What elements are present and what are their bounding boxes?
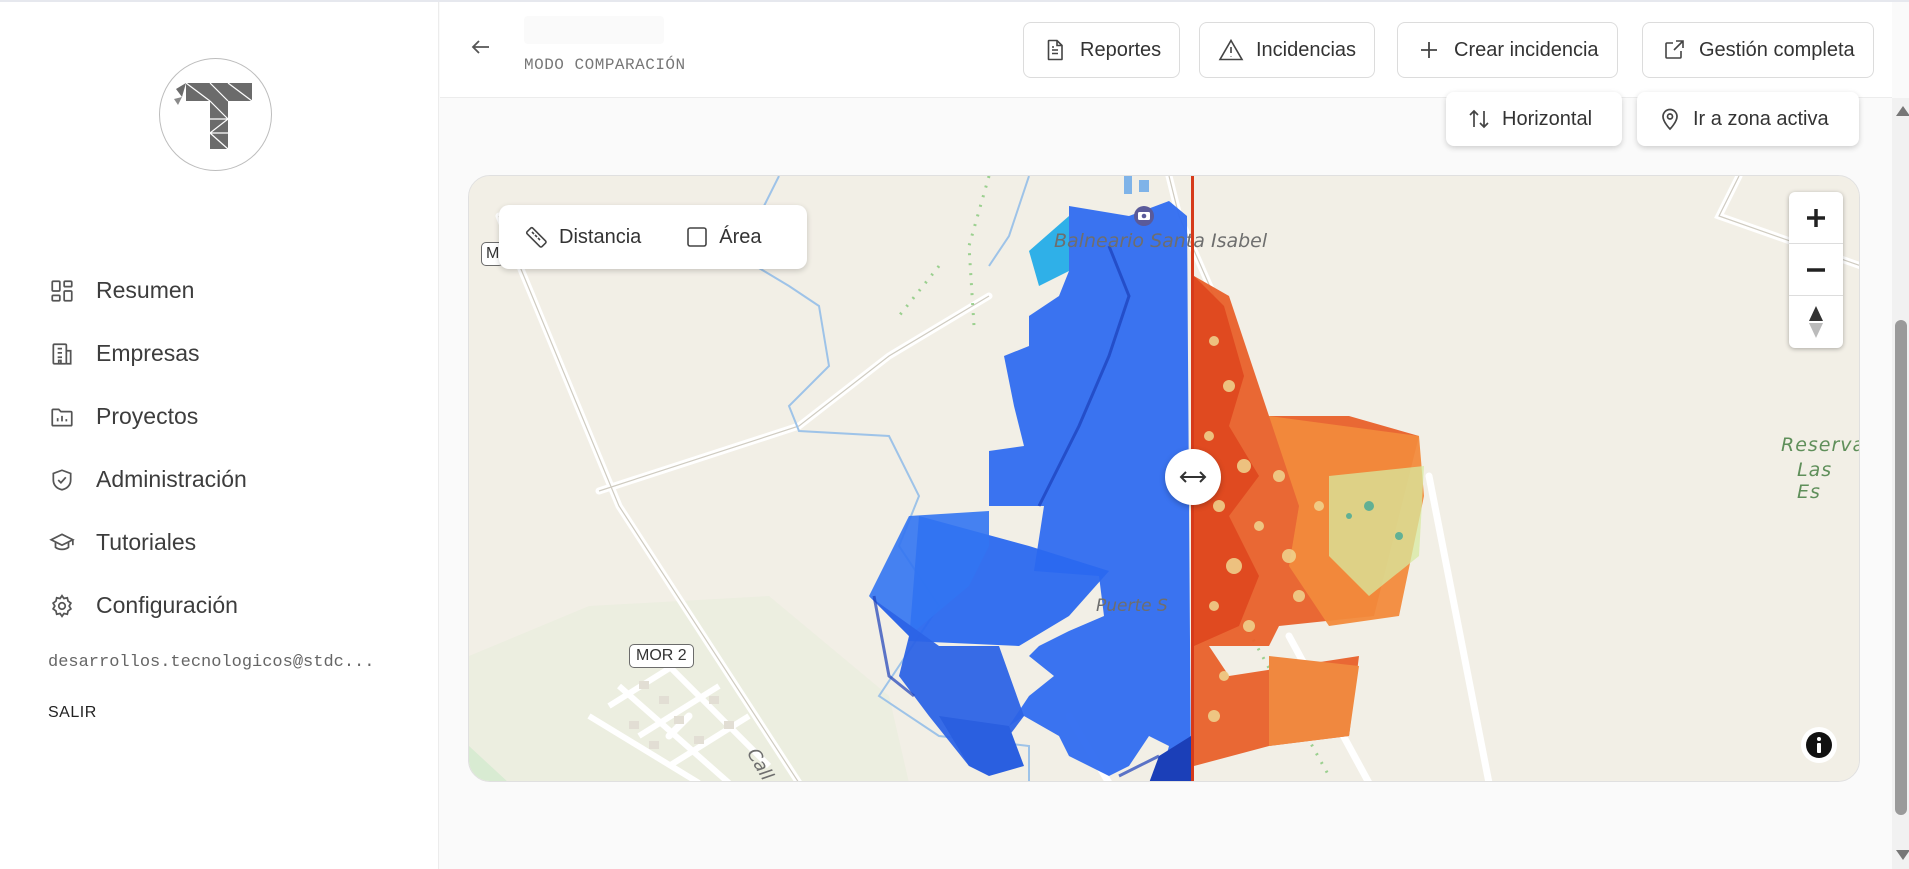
incidencias-button[interactable]: Incidencias bbox=[1199, 22, 1376, 78]
minus-icon bbox=[1807, 267, 1825, 272]
sidebar-item-configuracion[interactable]: Configuración bbox=[48, 574, 247, 637]
compass-reset-button[interactable] bbox=[1789, 296, 1843, 348]
sidebar-item-label: Tutoriales bbox=[96, 529, 197, 555]
user-email: desarrollos.tecnologicos@stdc... bbox=[48, 653, 375, 672]
sidebar-item-empresas[interactable]: Empresas bbox=[48, 322, 247, 385]
map-info-button[interactable] bbox=[1801, 727, 1837, 763]
mode-label: MODO COMPARACIÓN bbox=[524, 56, 686, 74]
arrows-up-down-icon bbox=[1466, 106, 1492, 132]
sidebar-nav: Resumen Empresas Proyectos Administració… bbox=[48, 259, 247, 637]
zoom-controls bbox=[1789, 192, 1843, 348]
sidebar-item-label: Proyectos bbox=[96, 403, 199, 429]
sidebar-item-resumen[interactable]: Resumen bbox=[48, 259, 247, 322]
external-link-icon bbox=[1661, 37, 1687, 63]
map-label-reserva: Reserva bbox=[1781, 434, 1860, 456]
info-icon bbox=[1806, 732, 1832, 758]
plus-icon bbox=[1416, 37, 1442, 63]
sidebar-item-label: Empresas bbox=[96, 340, 200, 366]
back-button[interactable] bbox=[466, 32, 496, 62]
gear-icon bbox=[48, 592, 76, 620]
crear-incidencia-button[interactable]: Crear incidencia bbox=[1397, 22, 1618, 78]
goto-active-zone-button[interactable]: Ir a zona activa bbox=[1637, 92, 1859, 146]
page-header: MODO COMPARACIÓN Reportes Incidencias Cr… bbox=[440, 2, 1892, 98]
checkbox-square-icon bbox=[687, 227, 708, 247]
plus-icon bbox=[1807, 208, 1825, 227]
building-icon bbox=[48, 340, 76, 368]
reportes-button[interactable]: Reportes bbox=[1023, 22, 1181, 78]
reportes-button-label: Reportes bbox=[1080, 38, 1162, 61]
map-label-balneario: Balneario Santa Isabel bbox=[1054, 230, 1268, 252]
comparison-map[interactable]: Balneario Santa Isabel Puerte S Reserva … bbox=[468, 175, 1860, 782]
logout-button[interactable]: SALIR bbox=[48, 704, 97, 722]
sidebar-item-administracion[interactable]: Administración bbox=[48, 448, 247, 511]
scroll-thumb[interactable] bbox=[1895, 320, 1907, 815]
crear-incidencia-button-label: Crear incidencia bbox=[1454, 38, 1599, 61]
sidebar-item-proyectos[interactable]: Proyectos bbox=[48, 385, 247, 448]
compass-icon bbox=[1809, 306, 1823, 338]
sidebar-item-label: Resumen bbox=[96, 277, 195, 303]
map-label-reserva-2: Las Es bbox=[1797, 459, 1833, 503]
area-tool-label: Área bbox=[719, 225, 762, 248]
ruler-icon bbox=[525, 226, 547, 248]
file-text-icon bbox=[1042, 37, 1068, 63]
scroll-up-arrow[interactable] bbox=[1896, 106, 1909, 116]
page-scrollbar[interactable] bbox=[1892, 98, 1909, 869]
area-tool[interactable]: Área bbox=[685, 225, 762, 249]
zoom-in-button[interactable] bbox=[1789, 192, 1843, 244]
incidencias-button-label: Incidencias bbox=[1256, 38, 1357, 61]
distance-tool[interactable]: Distancia bbox=[523, 224, 641, 250]
arrow-left-icon bbox=[471, 40, 489, 54]
app-logo[interactable] bbox=[159, 58, 272, 171]
sidebar-item-label: Administración bbox=[96, 466, 247, 492]
warning-triangle-icon bbox=[1218, 37, 1244, 63]
gestion-completa-button-label: Gestión completa bbox=[1699, 38, 1855, 61]
sidebar: Resumen Empresas Proyectos Administració… bbox=[0, 2, 439, 869]
graduation-cap-icon bbox=[48, 529, 76, 557]
comparison-slider-handle[interactable] bbox=[1165, 449, 1221, 505]
distance-tool-label: Distancia bbox=[559, 225, 642, 248]
shield-check-icon bbox=[48, 466, 76, 494]
road-shield-mor2: MOR 2 bbox=[629, 644, 694, 668]
orientation-toggle-button[interactable]: Horizontal bbox=[1446, 92, 1622, 146]
measure-toolbar: Distancia Área bbox=[499, 205, 807, 269]
dashboard-icon bbox=[48, 277, 76, 305]
folder-chart-icon bbox=[48, 403, 76, 431]
map-label-puerte: Puerte S bbox=[1096, 596, 1168, 616]
gestion-completa-button[interactable]: Gestión completa bbox=[1642, 22, 1874, 78]
sidebar-item-tutoriales[interactable]: Tutoriales bbox=[48, 511, 247, 574]
orientation-label: Horizontal bbox=[1502, 107, 1593, 130]
arrows-left-right-icon bbox=[1179, 471, 1207, 483]
sidebar-item-label: Configuración bbox=[96, 592, 238, 618]
zoom-out-button[interactable] bbox=[1789, 244, 1843, 296]
scroll-down-arrow[interactable] bbox=[1896, 850, 1909, 860]
map-pin-icon bbox=[1657, 106, 1683, 132]
triangulated-t-logo-icon bbox=[173, 82, 252, 149]
goto-active-zone-label: Ir a zona activa bbox=[1693, 107, 1829, 130]
page-title-placeholder bbox=[524, 16, 664, 44]
